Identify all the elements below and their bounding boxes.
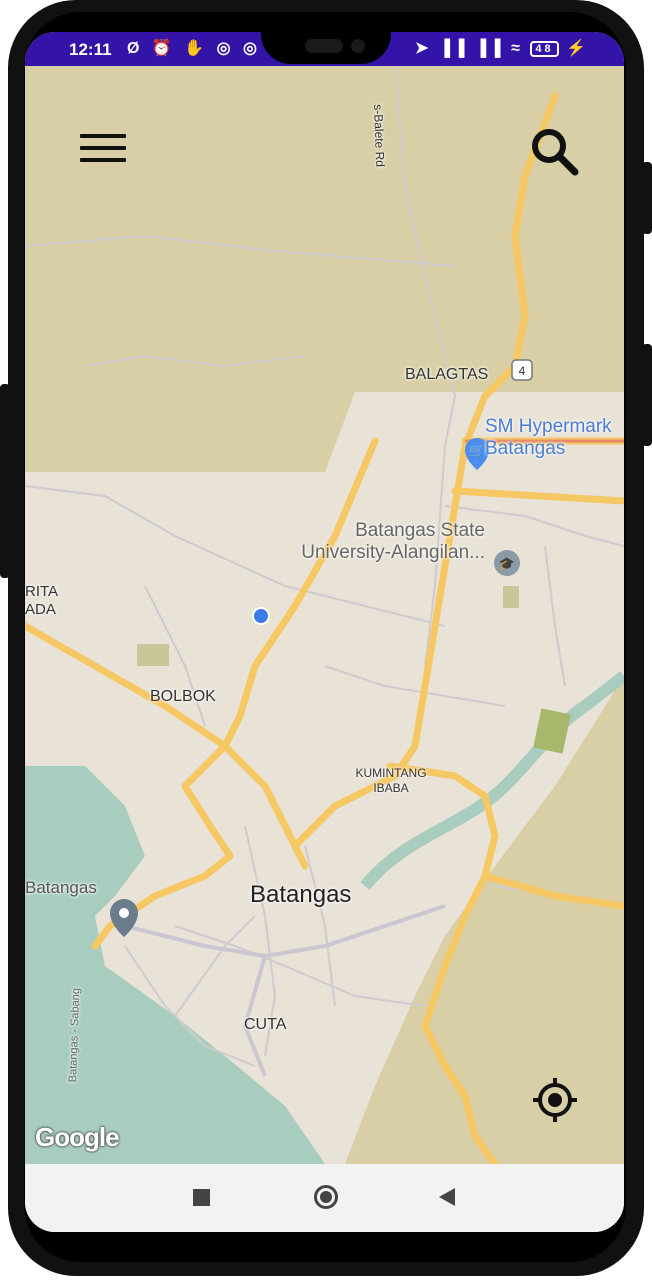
label-rita: RITA ADA <box>25 583 58 619</box>
menu-bar <box>80 158 126 162</box>
kumintang-line2: IBABA <box>373 781 409 795</box>
menu-bar <box>80 134 126 138</box>
sm-label-line1: SM Hypermark <box>485 416 612 437</box>
label-sm-hypermarket: SM Hypermark Batangas <box>485 416 612 460</box>
bsu-label-line1: Batangas State <box>355 520 485 541</box>
map-view[interactable]: 4 🛒 🎓 <box>25 66 624 1164</box>
status-bar: 12:11 Ø ⏰ ✋ ◎ ◎ ➤ ▐▐ ▐▐ ≈ 48 ⚡ <box>25 32 624 66</box>
rita-line2: ADA <box>25 601 56 618</box>
hamburger-menu-icon[interactable] <box>80 134 126 168</box>
earpiece <box>305 39 343 53</box>
battery-icon: 48 <box>530 40 559 57</box>
label-university: Batangas State University-Alangilan... <box>287 520 485 564</box>
charging-icon: ⚡ <box>566 40 589 57</box>
sm-label-line2: Batangas <box>485 438 566 459</box>
kumintang-line1: KUMINTANG <box>355 766 427 780</box>
label-kumintang: KUMINTANG IBABA <box>351 766 431 796</box>
graduation-cap-icon: 🎓 <box>499 556 515 571</box>
front-camera-icon <box>351 39 365 53</box>
label-port: Batangas <box>25 878 97 897</box>
road-shield-number: 4 <box>519 364 526 378</box>
rita-line1: RITA <box>25 583 59 600</box>
menu-bar <box>80 146 126 150</box>
navigation-bar <box>25 1164 624 1232</box>
camera-notch <box>261 32 391 64</box>
square-recents-icon[interactable] <box>193 1189 210 1206</box>
label-bolbok: BOLBOK <box>150 688 216 705</box>
park-patch <box>137 644 169 666</box>
status-time: 12:11 <box>69 40 112 59</box>
screen: 12:11 Ø ⏰ ✋ ◎ ◎ ➤ ▐▐ ▐▐ ≈ 48 ⚡ 4 🛒 🎓 s-B… <box>25 32 624 1232</box>
road-shield: 4 <box>511 359 533 381</box>
triangle-back-icon[interactable] <box>439 1188 455 1206</box>
cart-icon: 🛒 <box>469 443 485 458</box>
university-marker[interactable]: 🎓 <box>494 550 520 576</box>
crosshair-target-icon[interactable] <box>531 1076 579 1124</box>
circle-home-icon[interactable] <box>314 1185 338 1209</box>
notification-icons: Ø ⏰ ✋ ◎ ◎ <box>127 40 261 57</box>
road-label-top: s-Balete Rd <box>371 104 388 168</box>
google-logo: Google <box>35 1122 120 1152</box>
current-location-dot <box>252 607 270 625</box>
search-icon[interactable] <box>529 126 581 178</box>
label-balagtas: BALAGTAS <box>405 366 489 383</box>
label-city: Batangas <box>250 881 352 908</box>
signal-wifi-icons: ➤ ▐▐ ▐▐ ≈ <box>415 40 523 57</box>
label-cuta: CUTA <box>244 1016 287 1033</box>
park-patch <box>503 586 519 608</box>
bsu-label-line2: University-Alangilan... <box>301 542 485 563</box>
system-icons: ➤ ▐▐ ▐▐ ≈ 48 ⚡ <box>415 38 589 58</box>
